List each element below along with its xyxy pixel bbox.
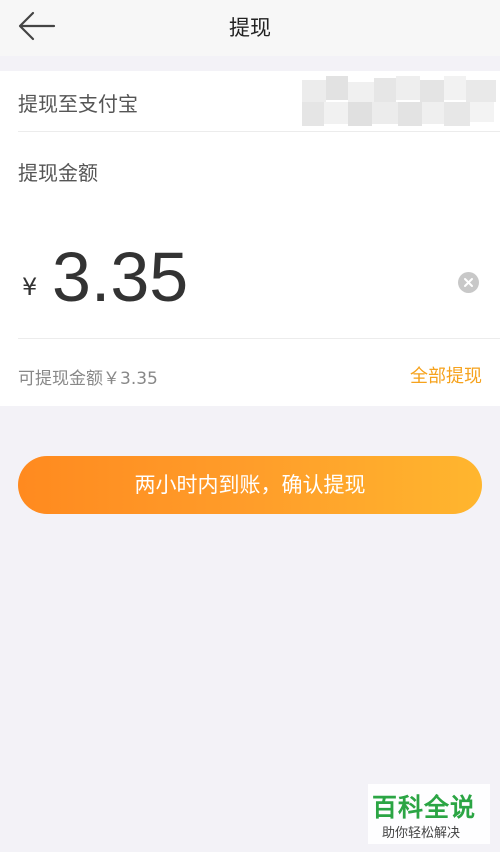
divider [18, 338, 500, 339]
available-amount-text: 可提现金额￥3.35 [18, 369, 158, 389]
alipay-account-row[interactable]: 提现至支付宝 [18, 71, 500, 132]
amount-input[interactable] [52, 237, 432, 317]
withdraw-all-link[interactable]: 全部提现 [410, 362, 482, 388]
watermark-subtitle: 助你轻松解决 [382, 826, 461, 841]
confirm-withdraw-button[interactable]: 两小时内到账，确认提现 [18, 456, 482, 514]
watermark-logo: 百科全说 助你轻松解决 [368, 784, 490, 844]
alipay-account-label: 提现至支付宝 [18, 92, 138, 116]
clear-icon [464, 278, 473, 287]
clear-amount-button[interactable] [458, 272, 479, 293]
nav-bar: 提现 [0, 0, 500, 56]
page-title: 提现 [229, 16, 271, 40]
masked-account-value [300, 74, 500, 130]
withdraw-card: 提现至支付宝 提现金额 ¥ 可提现金额￥3.35 全部提现 [0, 71, 500, 406]
amount-label: 提现金额 [18, 161, 98, 185]
currency-symbol: ¥ [22, 273, 38, 301]
watermark-title: 百科全说 [372, 793, 477, 822]
